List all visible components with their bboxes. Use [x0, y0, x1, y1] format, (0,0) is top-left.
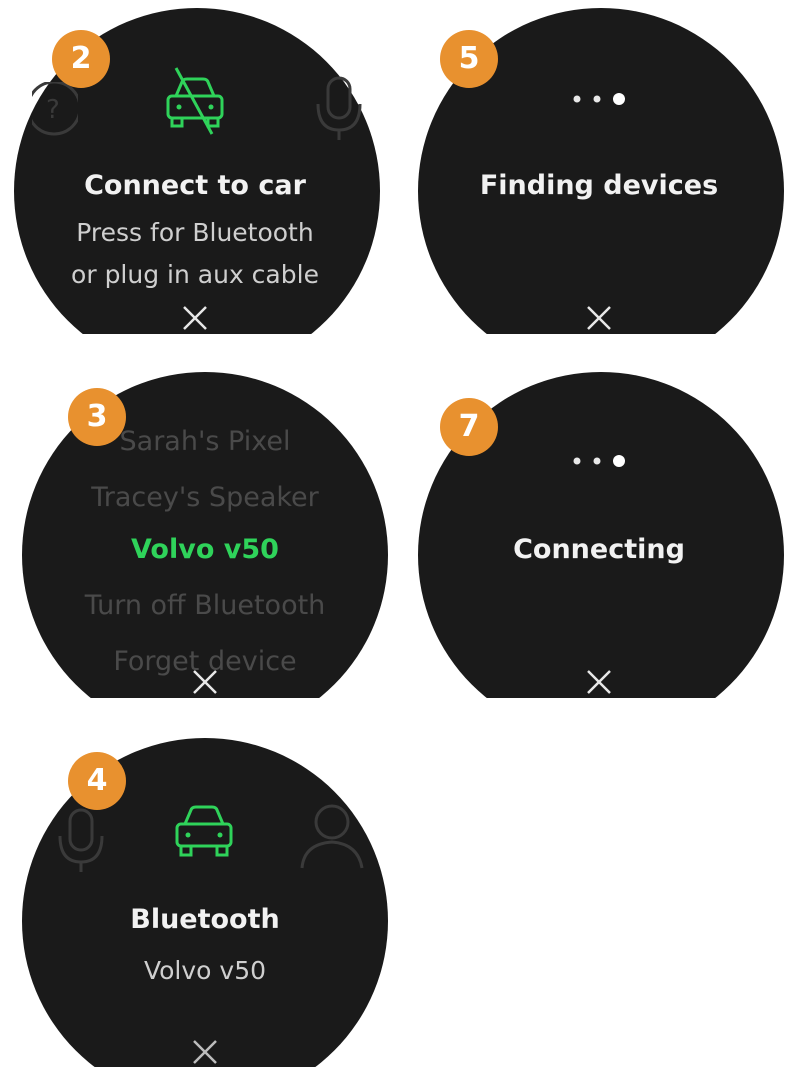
screen-device-list: Sarah's Pixel Tracey's Speaker Volvo v50…: [22, 372, 388, 698]
step-badge: 4: [68, 752, 126, 810]
screen-subtitle-line1: Press for Bluetooth: [76, 218, 314, 247]
list-item-selected-volvo[interactable]: Volvo v50: [22, 534, 388, 565]
step-badge: 5: [440, 30, 498, 88]
step-badge: 3: [68, 388, 126, 446]
screen-finding-devices: 5 Finding devices: [414, 8, 784, 334]
microphone-icon: [316, 76, 362, 140]
list-item-traceys-speaker[interactable]: Tracey's Speaker: [22, 482, 388, 513]
user-icon: [300, 804, 364, 869]
screen-bluetooth-connected: 4 Bluetooth Volvo v50: [20, 738, 390, 1067]
car-icon: [175, 805, 233, 857]
screen-title: Connect to car: [84, 170, 306, 201]
close-icon[interactable]: [585, 668, 613, 696]
screen-connect-to-car: ? 2 Connect to car Press for Bluetooth o…: [10, 8, 380, 334]
close-icon[interactable]: [181, 304, 209, 332]
car-disconnected-icon: [166, 67, 224, 135]
screen-subtitle-line2: or plug in aux cable: [71, 260, 319, 289]
step-badge: 7: [440, 398, 498, 456]
loading-dots-icon: [573, 93, 625, 105]
close-icon[interactable]: [191, 668, 219, 696]
screen-title: Finding devices: [479, 170, 719, 201]
screen-title: Bluetooth: [130, 904, 280, 935]
list-item-turn-off-bluetooth[interactable]: Turn off Bluetooth: [22, 590, 388, 621]
svg-text:?: ?: [46, 95, 60, 125]
step-badge: 2: [52, 30, 110, 88]
loading-dots-icon: [573, 455, 625, 467]
screen-title: Connecting: [513, 534, 685, 565]
screen-subtitle-line1: Volvo v50: [143, 956, 267, 985]
close-icon[interactable]: [191, 1038, 219, 1066]
help-icon: ?: [32, 82, 78, 136]
microphone-icon: [58, 808, 104, 872]
screen-connecting: 7 Connecting: [414, 372, 784, 698]
close-icon[interactable]: [585, 304, 613, 332]
